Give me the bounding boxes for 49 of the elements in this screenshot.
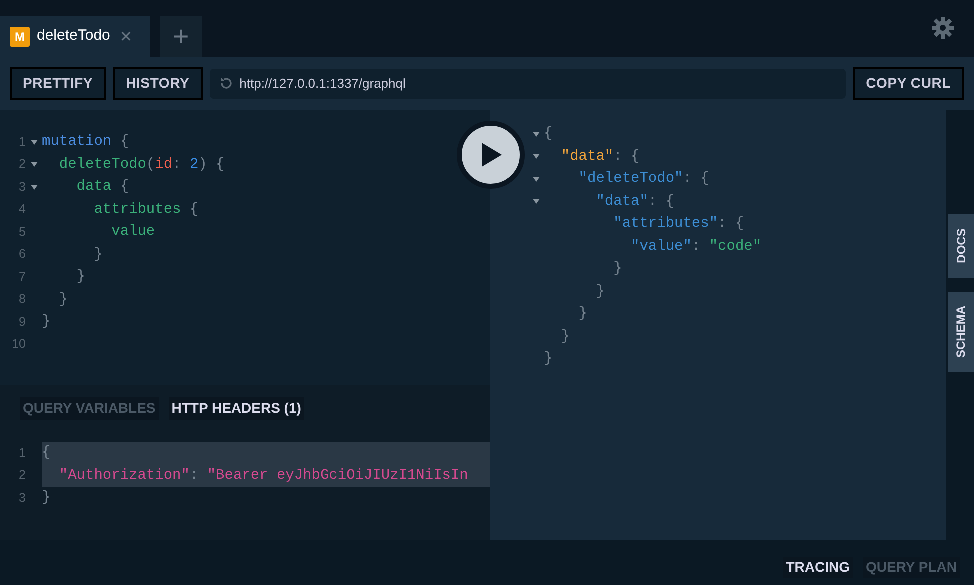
code-line: } xyxy=(76,268,86,287)
settings-icon[interactable] xyxy=(932,17,954,39)
query-tab[interactable]: M deleteTodo × xyxy=(0,16,150,57)
line-number: 9 xyxy=(18,314,26,331)
editor-tab[interactable]: HTTP HEADERS (1) xyxy=(168,397,304,420)
code-line: } xyxy=(42,489,51,508)
copy-curl-button[interactable]: COPY CURL xyxy=(853,67,964,100)
side-tab[interactable]: DOCS xyxy=(948,214,974,278)
url-field[interactable]: http://127.0.0.1:1337/graphql xyxy=(210,68,846,98)
code-line: } xyxy=(612,260,622,279)
line-number: 3 xyxy=(18,490,26,507)
line-number: 6 xyxy=(18,246,26,264)
code-line: } xyxy=(560,328,570,346)
line-number: 8 xyxy=(18,291,26,308)
code-line: mutation { xyxy=(42,133,130,152)
code-line: "deleteTodo": { xyxy=(578,170,710,189)
tab-title: deleteTodo xyxy=(37,26,110,46)
line-number: 1 xyxy=(18,444,26,462)
code-line: data { xyxy=(76,178,130,197)
line-number: 3 xyxy=(18,178,26,196)
line-number: 1 xyxy=(18,134,26,151)
code-line: "data": { xyxy=(560,148,640,166)
mutation-badge: M xyxy=(10,26,30,46)
line-number: 7 xyxy=(18,268,26,286)
code-line: } xyxy=(578,305,588,324)
footer-tab[interactable]: TRACING xyxy=(783,557,853,578)
code-line: } xyxy=(544,350,553,369)
line-number: 2 xyxy=(18,467,26,484)
line-number: 2 xyxy=(18,156,26,174)
reload-icon xyxy=(218,76,234,91)
line-number: 10 xyxy=(11,336,26,354)
line-number: 4 xyxy=(18,201,26,218)
side-tab[interactable]: SCHEMA xyxy=(948,292,974,372)
code-line: } xyxy=(595,282,605,302)
toolbar-button[interactable]: PRETTIFY xyxy=(10,67,106,100)
code-line: } xyxy=(42,313,51,332)
code-line: deleteTodo(id: 2) { xyxy=(58,156,225,174)
code-line: "data": { xyxy=(595,192,675,212)
new-tab-button[interactable]: + xyxy=(160,16,202,57)
code-line: } xyxy=(93,246,103,264)
code-line: attributes { xyxy=(93,200,199,220)
code-line: } xyxy=(58,290,68,310)
line-number: 5 xyxy=(18,224,26,241)
code-line: value xyxy=(110,223,156,242)
code-line: "attributes": { xyxy=(612,215,744,234)
code-line: "value": "code" xyxy=(630,238,762,256)
play-icon xyxy=(480,143,502,167)
toolbar-button[interactable]: HISTORY xyxy=(113,67,203,100)
code-line: { xyxy=(544,125,553,144)
